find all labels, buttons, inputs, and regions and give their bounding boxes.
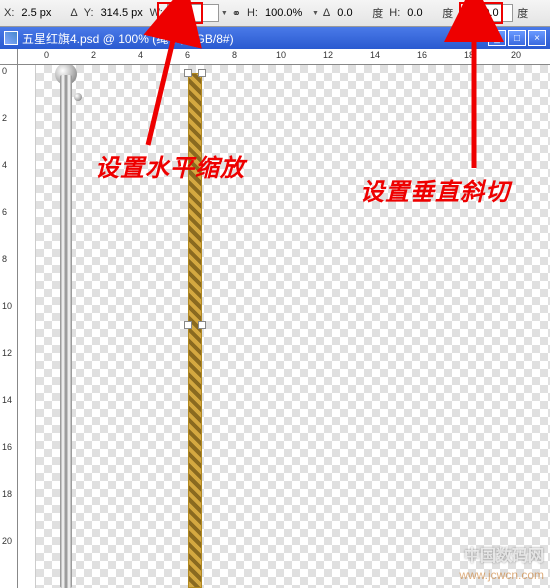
close-button[interactable]: × xyxy=(528,30,546,46)
watermark-line1: 中国数码网 xyxy=(464,542,544,566)
flagpole xyxy=(60,75,72,588)
document-titlebar: 五星红旗4.psd @ 100% (绳子, RGB/8#) _ □ × xyxy=(0,27,550,49)
skew-v-input[interactable] xyxy=(473,4,513,22)
ruler-tick-label: 6 xyxy=(2,208,7,217)
ruler-tick-label: 18 xyxy=(2,490,12,499)
w-label: W: xyxy=(148,7,165,19)
ruler-tick-label: 2 xyxy=(91,50,96,60)
transform-options-bar: X: Δ Y: W: ▼ ⚭ H: ▼ Δ 度 H: 度 V: 度 xyxy=(0,0,550,27)
ruler-tick-label: 4 xyxy=(138,50,143,60)
skew-h-unit: 度 xyxy=(440,5,455,21)
ps-document-icon xyxy=(4,31,18,45)
skew-h-input[interactable] xyxy=(404,4,438,22)
rope-layer[interactable] xyxy=(188,73,202,588)
skew-h-label: H: xyxy=(387,7,402,19)
transform-handle[interactable] xyxy=(184,321,192,329)
ruler-tick-label: 20 xyxy=(511,50,521,60)
ruler-tick-label: 12 xyxy=(323,50,333,60)
ruler-tick-label: 10 xyxy=(276,50,286,60)
y-coord-input[interactable] xyxy=(98,4,146,22)
width-scale-input[interactable] xyxy=(167,4,219,22)
ruler-tick-label: 8 xyxy=(232,50,237,60)
ruler-tick-label: 0 xyxy=(2,67,7,76)
ruler-tick-label: 20 xyxy=(2,537,12,546)
ruler-tick-label: 14 xyxy=(2,396,12,405)
skew-v-label: V: xyxy=(457,7,471,19)
ruler-tick-label: 2 xyxy=(2,114,7,123)
vertical-ruler[interactable]: 0 2 4 6 8 10 12 14 16 18 20 xyxy=(0,65,18,588)
document-title: 五星红旗4.psd @ 100% (绳子, RGB/8#) xyxy=(22,30,234,47)
ruler-tick-label: 10 xyxy=(2,302,12,311)
ruler-tick-label: 18 xyxy=(464,50,474,60)
dropdown-icon[interactable]: ▼ xyxy=(221,10,228,17)
transparency-checker xyxy=(36,65,550,588)
ruler-tick-label: 6 xyxy=(185,50,190,60)
flagpole-small-sphere xyxy=(74,93,82,101)
ruler-tick-label: 16 xyxy=(417,50,427,60)
transform-handle[interactable] xyxy=(184,69,192,77)
transform-handle[interactable] xyxy=(198,69,206,77)
ruler-tick-label: 16 xyxy=(2,443,12,452)
x-label: X: xyxy=(2,7,16,19)
y-label: Y: xyxy=(82,7,96,19)
height-scale-input[interactable] xyxy=(262,4,310,22)
rotate-angle-input[interactable] xyxy=(334,4,368,22)
ruler-tick-label: 4 xyxy=(2,161,7,170)
link-icon[interactable]: ⚭ xyxy=(230,7,243,20)
horizontal-ruler[interactable]: 0 2 4 6 8 10 12 14 16 18 20 xyxy=(18,49,550,65)
canvas-margin xyxy=(18,65,36,588)
watermark-line2: www.jcwcn.com xyxy=(459,568,544,582)
skew-v-unit: 度 xyxy=(515,5,530,21)
ruler-tick-label: 12 xyxy=(2,349,12,358)
rotate-unit: 度 xyxy=(370,5,385,21)
delta-label: Δ xyxy=(68,7,79,19)
ruler-tick-label: 0 xyxy=(44,50,49,60)
document-canvas[interactable] xyxy=(18,65,550,588)
dropdown-icon[interactable]: ▼ xyxy=(312,10,319,17)
x-coord-input[interactable] xyxy=(18,4,66,22)
ruler-origin-corner[interactable] xyxy=(0,49,18,65)
maximize-button[interactable]: □ xyxy=(508,30,526,46)
ruler-tick-label: 14 xyxy=(370,50,380,60)
rotate-label: Δ xyxy=(321,7,332,19)
h-label: H: xyxy=(245,7,260,19)
transform-handle[interactable] xyxy=(198,321,206,329)
ruler-tick-label: 8 xyxy=(2,255,7,264)
minimize-button[interactable]: _ xyxy=(488,30,506,46)
